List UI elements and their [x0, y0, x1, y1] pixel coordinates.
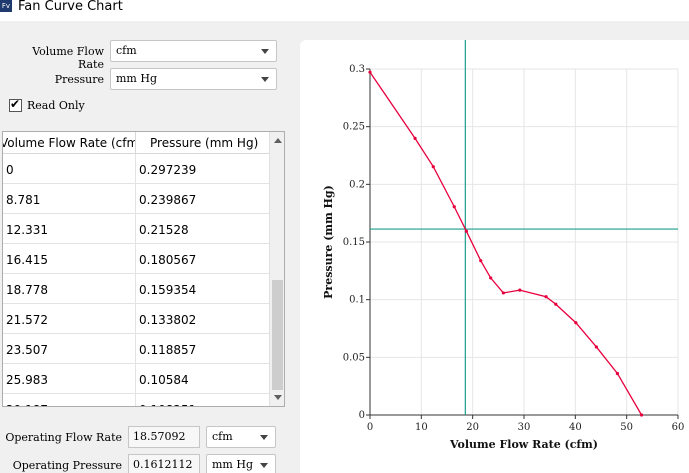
y-tick-label: 0.3: [349, 64, 365, 75]
window-title: Fan Curve Chart: [18, 0, 123, 14]
cell-pressure: 0.159354: [139, 283, 197, 297]
operating-pressure-unit-select[interactable]: mm Hg: [206, 454, 276, 473]
y-tick-label: 0.15: [343, 237, 365, 248]
table-row[interactable]: 23.507 0.118857: [3, 334, 269, 364]
x-tick-label: 30: [518, 422, 531, 433]
chart-panel: 0 10 20 30 40 50 60 0 0.05 0.1 0.15 0.2 0.25 0.3 Volum…: [300, 40, 689, 473]
data-point: [518, 288, 522, 292]
scroll-up-icon[interactable]: [274, 138, 282, 143]
pressure-unit-select[interactable]: mm Hg: [110, 68, 277, 90]
operating-flow-unit-select[interactable]: cfm: [206, 426, 276, 448]
cell-flow-rate: 8.781: [6, 193, 41, 207]
series-line: [369, 71, 643, 416]
flow-unit-value: cfm: [116, 44, 137, 57]
data-point: [368, 70, 372, 74]
cell-flow-rate: 23.507: [6, 343, 48, 357]
x-tick-label: 60: [672, 422, 685, 433]
table-header: Volume Flow Rate (cfm) Pressure (mm Hg): [3, 132, 269, 154]
operating-flow-field[interactable]: 18.57092: [128, 426, 200, 448]
table-row[interactable]: 18.778 0.159354: [3, 274, 269, 304]
cell-pressure: 0.21528: [139, 223, 189, 237]
x-tick-label: 20: [466, 422, 479, 433]
pressure-unit-value: mm Hg: [116, 72, 157, 85]
table-row[interactable]: 12.331 0.21528: [3, 214, 269, 244]
cell-flow-rate: 29.187: [6, 403, 48, 406]
operating-pressure-label: Operating Pressure: [12, 459, 122, 472]
cell-pressure: 0.297239: [139, 163, 197, 177]
scroll-down-icon[interactable]: [274, 395, 282, 400]
scrollbar-thumb[interactable]: [272, 280, 283, 390]
fan-curve-chart[interactable]: 0 10 20 30 40 50 60 0 0.05 0.1 0.15 0.2 0.25 0.3 Volum…: [300, 40, 689, 473]
cell-flow-rate: 12.331: [6, 223, 48, 237]
operating-flow-label: Operating Flow Rate: [5, 431, 122, 444]
table-row[interactable]: 16.415 0.180567: [3, 244, 269, 274]
chevron-down-icon: [260, 463, 268, 468]
x-tick-label: 40: [569, 422, 582, 433]
table-row[interactable]: 0 0.297239: [3, 154, 269, 184]
data-point: [554, 302, 558, 306]
x-axis-label: Volume Flow Rate (cfm): [449, 438, 598, 451]
app-icon: Fv: [0, 0, 12, 12]
data-point: [594, 345, 598, 349]
read-only-checkbox[interactable]: ✔: [9, 97, 22, 112]
y-tick-label: 0.25: [343, 122, 365, 133]
chevron-down-icon: [261, 77, 269, 82]
operating-pressure-value: 0.1612112: [133, 458, 193, 471]
operating-pressure-unit-value: mm Hg: [212, 458, 253, 471]
data-point: [489, 276, 493, 280]
data-table: Volume Flow Rate (cfm) Pressure (mm Hg) …: [2, 131, 285, 407]
data-point: [464, 229, 468, 233]
data-point: [413, 136, 417, 140]
cell-flow-rate: 25.983: [6, 373, 48, 387]
data-point: [544, 295, 548, 299]
operating-flow-unit-value: cfm: [212, 430, 233, 443]
table-row[interactable]: 21.572 0.133802: [3, 304, 269, 334]
cell-flow-rate: 21.572: [6, 313, 48, 327]
x-tick-label: 0: [367, 422, 373, 433]
x-tick-label: 50: [620, 422, 633, 433]
y-tick-label: 0.2: [349, 179, 365, 190]
check-icon: ✔: [10, 97, 21, 111]
cell-pressure: 0.239867: [139, 193, 197, 207]
cell-pressure: 0.118857: [139, 343, 197, 357]
y-tick-label: 0: [359, 410, 365, 421]
data-point: [639, 413, 644, 417]
operating-pressure-field[interactable]: 0.1612112: [128, 454, 200, 473]
chevron-down-icon: [260, 435, 268, 440]
cell-pressure: 0.133802: [139, 313, 197, 327]
pressure-unit-label: Pressure: [54, 73, 104, 86]
title-bar: Fv Fan Curve Chart: [0, 0, 689, 21]
data-point: [501, 291, 505, 295]
data-point: [431, 165, 435, 169]
cell-flow-rate: 18.778: [6, 283, 48, 297]
table-row[interactable]: 8.781 0.239867: [3, 184, 269, 214]
operating-flow-value: 18.57092: [133, 430, 186, 443]
table-scrollbar[interactable]: [269, 132, 284, 406]
column-header-pressure[interactable]: Pressure (mm Hg): [150, 136, 258, 150]
cell-pressure: 0.180567: [139, 253, 197, 267]
chevron-down-icon: [261, 49, 269, 54]
data-point: [615, 371, 620, 376]
cell-flow-rate: 0: [6, 163, 14, 177]
x-tick-label: 10: [415, 422, 428, 433]
cell-pressure: 0.10584: [139, 373, 189, 387]
table-row[interactable]: 25.983 0.10584: [3, 364, 269, 394]
data-point: [452, 205, 456, 209]
read-only-label: Read Only: [27, 99, 85, 112]
y-tick-label: 0.1: [349, 295, 365, 306]
data-point: [574, 321, 578, 325]
flow-unit-label: Volume Flow Rate: [32, 45, 104, 71]
y-axis-label: Pressure (mm Hg): [322, 185, 335, 299]
data-point: [479, 259, 483, 263]
cell-flow-rate: 16.415: [6, 253, 48, 267]
column-header-flow[interactable]: Volume Flow Rate (cfm): [3, 136, 135, 150]
table-row[interactable]: 29.187 0.108251: [3, 394, 269, 406]
flow-unit-select[interactable]: cfm: [110, 40, 277, 62]
y-tick-label: 0.05: [343, 352, 365, 363]
cell-pressure: 0.108251: [139, 403, 196, 406]
